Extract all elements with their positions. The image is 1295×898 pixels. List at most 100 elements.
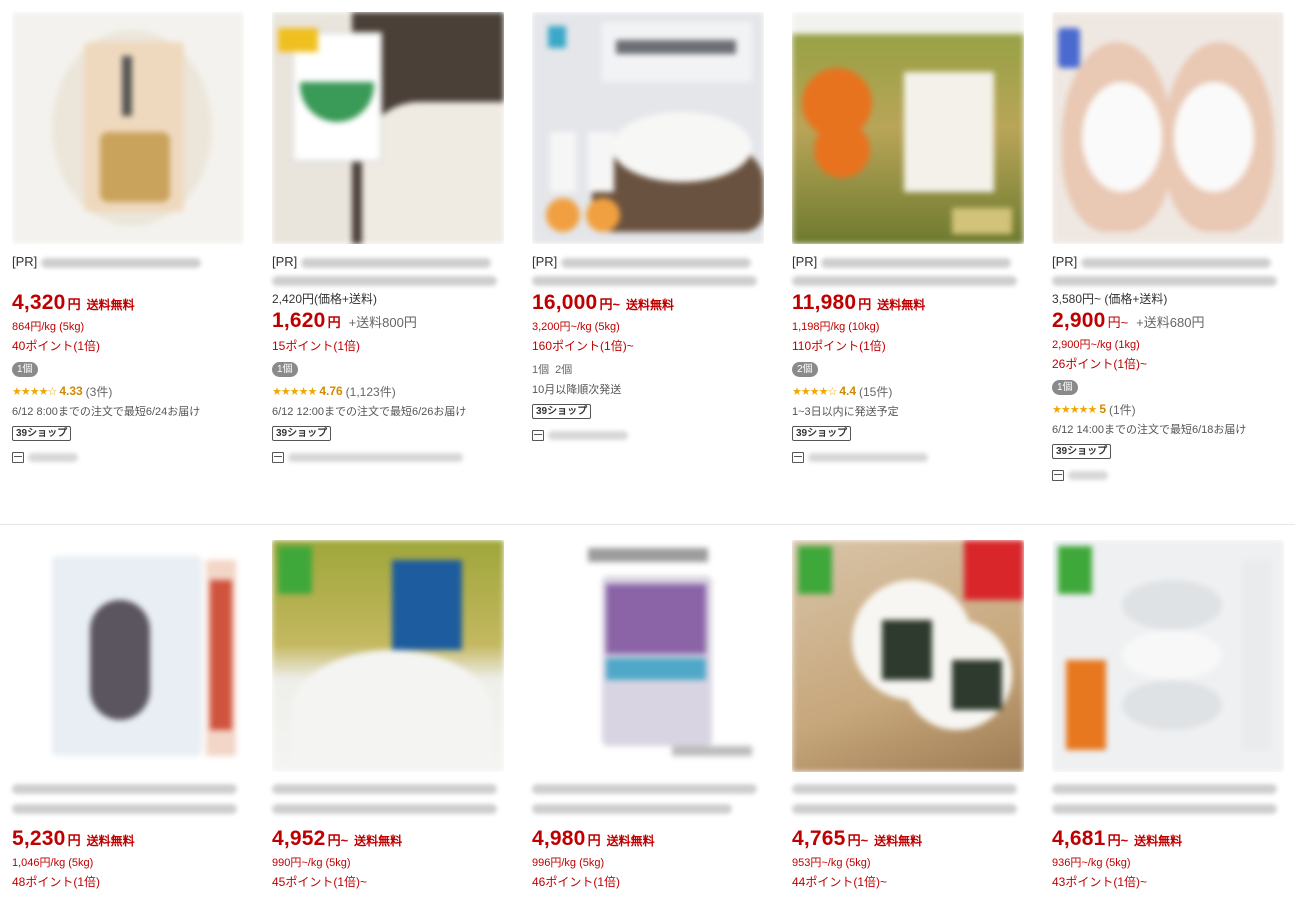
price-yen: 円	[587, 833, 601, 848]
product-image[interactable]	[1052, 12, 1284, 244]
product-card[interactable]: 4,980 円 送料無料 996円/kg (5kg) 46ポイント(1倍)	[532, 540, 764, 892]
star-rating-icon: ★★★★☆	[792, 385, 837, 398]
price: 4,320	[12, 291, 66, 314]
product-image[interactable]	[272, 12, 504, 244]
price-line: 4,980 円 送料無料	[532, 826, 764, 854]
unit-price: 1,046円/kg (5kg)	[12, 857, 94, 869]
quantity-badge[interactable]: 1個	[272, 361, 298, 377]
pr-label: [PR]	[1052, 254, 1078, 269]
review-count: (3件)	[85, 384, 113, 399]
product-card[interactable]: 4,765 円~ 送料無料 953円~/kg (5kg) 44ポイント(1倍)~	[792, 540, 1024, 892]
unit-price: 936円~/kg (5kg)	[1052, 857, 1131, 869]
quantity-badge[interactable]: 1個	[1052, 379, 1078, 395]
product-title[interactable]	[792, 780, 1024, 826]
price: 4,681	[1052, 827, 1106, 850]
product-title[interactable]	[532, 780, 764, 826]
rating[interactable]: ★★★★☆ 4.33 (3件)	[12, 382, 244, 400]
product-image[interactable]	[792, 12, 1024, 244]
points: 160ポイント(1倍)~	[532, 339, 634, 353]
points: 110ポイント(1倍)	[792, 339, 886, 353]
delivery-info: 10月以降順次発送	[532, 384, 622, 396]
unit-price: 990円~/kg (5kg)	[272, 857, 351, 869]
shop-link[interactable]	[792, 449, 1024, 465]
title-text-blurred	[300, 257, 491, 268]
price-line: 11,980 円 送料無料	[792, 290, 1024, 318]
price: 4,952	[272, 827, 326, 850]
points: 43ポイント(1倍)~	[1052, 875, 1148, 889]
shop-name-blurred[interactable]	[288, 452, 463, 462]
shop-39-badge: 39ショップ	[792, 426, 852, 441]
price-line: 4,320 円 送料無料	[12, 290, 244, 318]
product-title[interactable]: [PR]	[792, 252, 1024, 290]
rating[interactable]: ★★★★★ 5 (1件)	[1052, 400, 1284, 418]
quantity-option[interactable]: 2個	[555, 361, 572, 377]
shop-name-blurred[interactable]	[1068, 470, 1108, 480]
row-divider	[0, 524, 1295, 525]
title-text-blurred	[1052, 804, 1277, 814]
title-text-blurred	[1052, 784, 1277, 794]
title-text-blurred	[532, 804, 732, 814]
product-image[interactable]	[532, 540, 764, 772]
price-line: 1,620 円 +送料800円	[272, 308, 504, 336]
shipping-free: 送料無料	[86, 834, 135, 848]
product-title[interactable]: [PR]	[272, 252, 504, 290]
quantity-option[interactable]: 1個	[532, 361, 549, 377]
rating[interactable]: ★★★★☆ 4.4 (15件)	[792, 382, 1024, 400]
price-yen: 円~	[327, 833, 349, 848]
product-card[interactable]: 4,952 円~ 送料無料 990円~/kg (5kg) 45ポイント(1倍)~	[272, 540, 504, 892]
product-card[interactable]: [PR] 11,980 円 送料無料 1,198円/kg (10kg) 110ポ…	[792, 12, 1024, 465]
price: 1,620	[272, 309, 326, 332]
product-image[interactable]	[532, 12, 764, 244]
star-rating-icon: ★★★★☆	[12, 385, 57, 398]
product-title[interactable]: [PR]	[532, 252, 764, 290]
title-text-blurred	[792, 276, 1017, 286]
quantity-badge[interactable]: 1個	[12, 361, 38, 377]
product-card[interactable]: 5,230 円 送料無料 1,046円/kg (5kg) 48ポイント(1倍)	[12, 540, 244, 892]
delivery-info: 6/12 12:00までの注文で最短6/26お届け	[272, 406, 467, 418]
rating[interactable]: ★★★★★ 4.76 (1,123件)	[272, 382, 504, 400]
product-image[interactable]	[12, 12, 244, 244]
product-image[interactable]	[792, 540, 1024, 772]
product-image[interactable]	[1052, 540, 1284, 772]
shop-name-blurred[interactable]	[808, 452, 928, 462]
product-title[interactable]	[12, 780, 244, 826]
quantity-options: 1個	[272, 360, 504, 378]
rating-value: 5	[1099, 402, 1106, 416]
shop-link[interactable]	[532, 427, 764, 443]
unit-price: 3,200円~/kg (5kg)	[532, 321, 620, 333]
product-title[interactable]: [PR]	[1052, 252, 1284, 290]
title-text-blurred	[532, 276, 757, 286]
product-title[interactable]	[1052, 780, 1284, 826]
unit-price: 996円/kg (5kg)	[532, 857, 605, 869]
price-yen: 円	[67, 297, 81, 312]
quantity-badge[interactable]: 2個	[792, 361, 818, 377]
product-title[interactable]	[272, 780, 504, 826]
unit-price: 1,198円/kg (10kg)	[792, 321, 880, 333]
shop-link[interactable]	[1052, 467, 1284, 483]
product-image[interactable]	[272, 540, 504, 772]
shipping-free: 送料無料	[1134, 834, 1183, 848]
rating-value: 4.76	[319, 384, 343, 398]
product-card[interactable]: [PR] 3,580円~ (価格+送料) 2,900 円~ +送料680円 2,…	[1052, 12, 1284, 483]
price-line: 2,900 円~ +送料680円	[1052, 308, 1284, 336]
shop-link[interactable]	[12, 449, 244, 465]
unit-price: 2,900円~/kg (1kg)	[1052, 339, 1140, 351]
price-yen: 円~	[847, 833, 869, 848]
price-line: 4,765 円~ 送料無料	[792, 826, 1024, 854]
price-yen: 円	[67, 833, 81, 848]
review-count: (1,123件)	[345, 384, 396, 399]
shop-name-blurred[interactable]	[28, 452, 78, 462]
product-card[interactable]: [PR] 2,420円(価格+送料) 1,620 円 +送料800円 15ポイン…	[272, 12, 504, 465]
shop-icon	[532, 429, 544, 441]
product-card[interactable]: [PR] 16,000 円~ 送料無料 3,200円~/kg (5kg) 160…	[532, 12, 764, 443]
shipping-free: 送料無料	[874, 834, 923, 848]
shop-icon	[12, 451, 24, 463]
unit-price: 953円~/kg (5kg)	[792, 857, 871, 869]
shop-name-blurred[interactable]	[548, 430, 628, 440]
product-image[interactable]	[12, 540, 244, 772]
shop-link[interactable]	[272, 449, 504, 465]
product-title[interactable]: [PR]	[12, 252, 244, 290]
product-card[interactable]: 4,681 円~ 送料無料 936円~/kg (5kg) 43ポイント(1倍)~	[1052, 540, 1284, 892]
quantity-options: 1個 2個	[532, 360, 764, 378]
product-card[interactable]: [PR] 4,320 円 送料無料 864円/kg (5kg) 40ポイント(1…	[12, 12, 244, 465]
